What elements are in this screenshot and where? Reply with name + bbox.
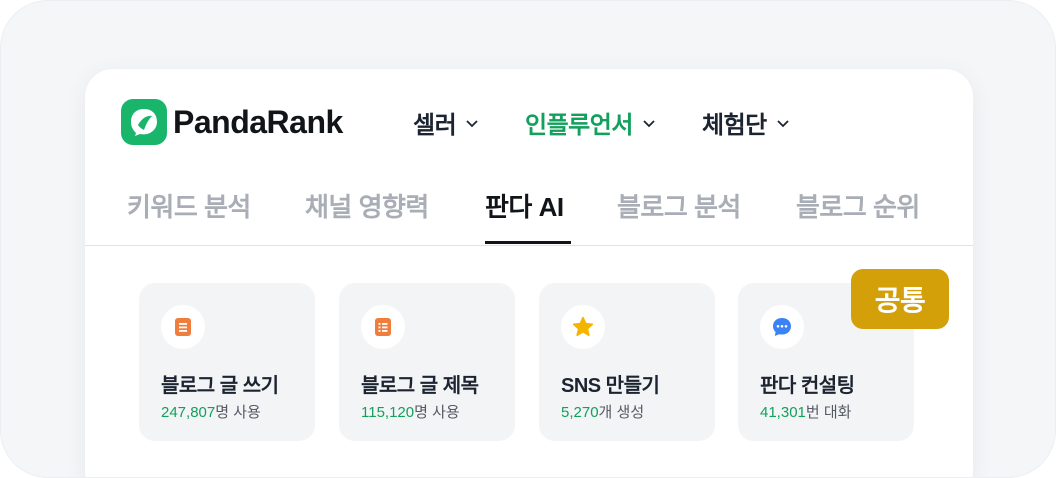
topnav-experience-group[interactable]: 체험단 xyxy=(702,105,791,140)
feature-card-blog-title[interactable]: 블로그 글 제목 115,120명 사용 xyxy=(339,283,515,441)
chevron-down-icon xyxy=(466,119,478,127)
active-tab-indicator xyxy=(485,241,571,244)
feature-count: 5,270 xyxy=(561,404,599,421)
panda-logo-icon xyxy=(121,99,167,145)
feature-card-sns[interactable]: SNS 만들기 5,270개 생성 xyxy=(539,283,715,441)
feature-title: 블로그 글 쓰기 xyxy=(161,375,279,397)
feature-stat: 247,807명 사용 xyxy=(161,401,261,422)
star-icon xyxy=(561,305,605,349)
chat-bubble-icon xyxy=(760,305,804,349)
tab-blog-ranking[interactable]: 블로그 순위 xyxy=(796,187,920,224)
chevron-down-icon xyxy=(643,119,655,127)
page-background: PandaRank 셀러 인플루언서 체험단 키워드 분석 채널 영향력 판다 … xyxy=(0,0,1056,478)
topnav-label: 인플루언서 xyxy=(525,112,633,139)
feature-unit: 개 생성 xyxy=(598,404,645,421)
feature-unit: 명 사용 xyxy=(215,404,261,421)
tab-panda-ai[interactable]: 판다 AI xyxy=(485,187,564,224)
document-icon xyxy=(161,305,205,349)
tab-channel-influence[interactable]: 채널 영향력 xyxy=(305,187,429,224)
chevron-down-icon xyxy=(777,119,789,127)
feature-title: 블로그 글 제목 xyxy=(361,375,479,397)
feature-count: 247,807 xyxy=(161,404,216,421)
list-icon xyxy=(361,305,405,349)
feature-stat: 5,270개 생성 xyxy=(561,401,644,422)
topnav-label: 셀러 xyxy=(413,112,457,139)
feature-title: SNS 만들기 xyxy=(561,375,660,397)
common-badge: 공통 xyxy=(851,269,949,329)
feature-count: 115,120 xyxy=(361,404,415,421)
tab-bar: 키워드 분석 채널 영향력 판다 AI 블로그 분석 블로그 순위 xyxy=(85,169,973,246)
tab-blog-analysis[interactable]: 블로그 분석 xyxy=(617,187,741,224)
feature-stat: 115,120명 사용 xyxy=(361,401,460,422)
feature-card-blog-writing[interactable]: 블로그 글 쓰기 247,807명 사용 xyxy=(139,283,315,441)
feature-title: 판다 컨설팅 xyxy=(760,375,855,397)
feature-unit: 명 사용 xyxy=(414,404,460,421)
feature-count: 41,301 xyxy=(760,404,806,421)
feature-unit: 번 대화 xyxy=(805,404,852,421)
tab-keyword-analysis[interactable]: 키워드 분석 xyxy=(127,187,251,224)
feature-stat: 41,301번 대화 xyxy=(760,401,851,422)
topnav-seller[interactable]: 셀러 xyxy=(413,105,480,140)
topnav-label: 체험단 xyxy=(702,112,767,139)
main-card: PandaRank 셀러 인플루언서 체험단 키워드 분석 채널 영향력 판다 … xyxy=(85,69,973,477)
logo[interactable]: PandaRank xyxy=(121,99,343,145)
brand-name: PandaRank xyxy=(173,103,343,140)
topnav-influencer[interactable]: 인플루언서 xyxy=(525,105,657,140)
